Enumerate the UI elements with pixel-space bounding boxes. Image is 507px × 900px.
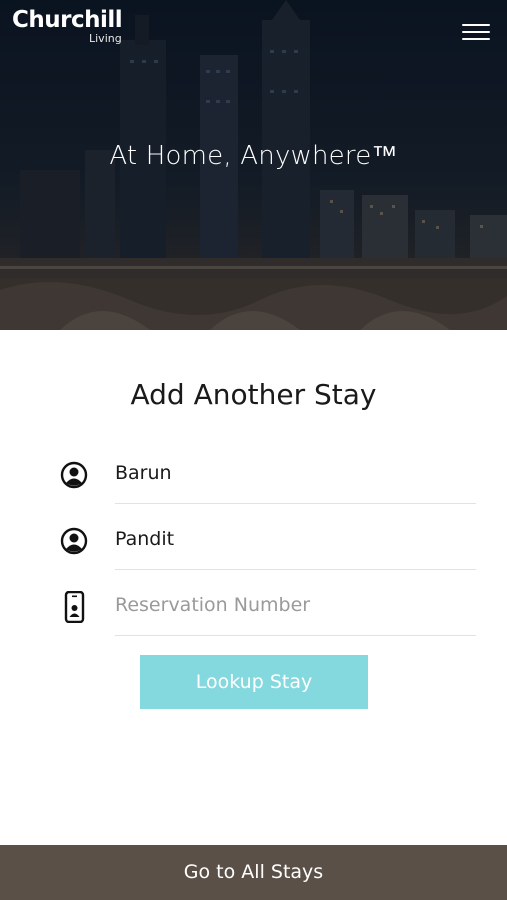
- last-name-field: [56, 521, 476, 570]
- reservation-number-input[interactable]: [115, 587, 475, 623]
- last-name-input[interactable]: [115, 521, 475, 557]
- go-to-all-stays-button[interactable]: Go to All Stays: [0, 845, 507, 900]
- first-name-input[interactable]: [115, 455, 475, 491]
- churchill-logo: Churchill Living: [12, 6, 123, 45]
- phone-badge-icon: [64, 591, 85, 623]
- hamburger-menu-icon[interactable]: [460, 20, 492, 44]
- brand-name: Churchill: [12, 7, 123, 33]
- hero-tagline: At Home, Anywhere™: [109, 141, 398, 171]
- reservation-field: [56, 587, 476, 636]
- lookup-stay-button[interactable]: Lookup Stay: [140, 655, 368, 709]
- first-name-field: [56, 455, 476, 504]
- form-title: Add Another Stay: [130, 378, 377, 411]
- brand-subtitle: Living: [89, 32, 122, 45]
- hero-banner: Churchill Living At Home, Anywhere™: [0, 0, 507, 330]
- user-circle-icon: [60, 461, 88, 489]
- field-underline: [115, 635, 476, 636]
- field-underline: [115, 569, 476, 570]
- user-circle-icon: [60, 527, 88, 555]
- field-underline: [115, 503, 476, 504]
